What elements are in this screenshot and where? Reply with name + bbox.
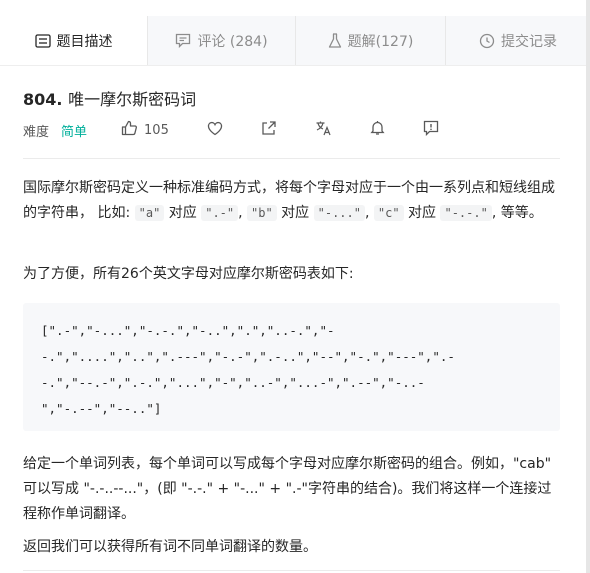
tab-comments[interactable]: 评论 (284) — [148, 16, 296, 65]
share-icon[interactable] — [261, 120, 277, 140]
description-paragraph-1: 国际摩尔斯密码定义一种标准编码方式，将每个字母对应于一个由一系列点和短线组成的字… — [23, 180, 555, 221]
tab-label: 评论 (284) — [197, 33, 268, 50]
action-icons — [207, 120, 439, 140]
inline-code: "a" — [134, 205, 165, 221]
problem-title: 804. 唯一摩尔斯密码词 — [23, 86, 196, 110]
panel-divider[interactable] — [586, 0, 590, 573]
like-count: 105 — [144, 122, 169, 138]
problem-number: 804. — [23, 90, 63, 109]
tab-label: 题目描述 — [56, 33, 113, 50]
comment-icon — [175, 33, 191, 48]
description-paragraph-4: 返回我们可以获得所有词不同单词翻译的数量。 — [23, 539, 317, 555]
code-line: ","-.--","--.."] — [41, 401, 162, 416]
tab-bar: 题目描述 评论 (284) 题解(127) 提交记录 — [0, 16, 590, 66]
code-line: -.","--.-",".-.","...","-","..-","...-",… — [41, 375, 425, 390]
divider — [23, 158, 560, 159]
morse-code-block: [".-","-...","-.-.","-..",".","..-.","- … — [23, 303, 560, 431]
description-paragraph-2: 为了方便，所有26个英文字母对应摩尔斯密码表如下: — [23, 266, 354, 282]
code-line: [".-","-...","-.-.","-..",".","..-.","- — [41, 323, 335, 338]
problem-meta: 难度 简单 105 — [23, 120, 439, 140]
thumbs-up-icon — [121, 120, 138, 140]
clock-icon — [479, 33, 495, 49]
tab-label: 提交记录 — [501, 33, 557, 50]
inline-code: ".-" — [201, 205, 239, 221]
like-button[interactable]: 105 — [121, 120, 169, 140]
divider — [23, 570, 560, 571]
tab-description[interactable]: 题目描述 — [0, 16, 148, 65]
description-paragraph-3: 给定一个单词列表，每个单词可以写成每个字母对应摩尔斯密码的组合。例如，"cab"… — [23, 456, 552, 522]
flask-icon — [328, 32, 342, 49]
translate-icon[interactable] — [315, 120, 332, 140]
inline-code: "c" — [373, 205, 404, 221]
tab-solutions[interactable]: 题解(127) — [296, 16, 446, 65]
heart-icon[interactable] — [207, 121, 223, 140]
code-line: -.","....","..",".---","-.-",".-..","--"… — [41, 349, 455, 364]
problem-name: 唯一摩尔斯密码词 — [68, 90, 197, 109]
feedback-icon[interactable] — [423, 120, 439, 140]
tab-label: 题解(127) — [347, 33, 414, 50]
tab-submissions[interactable]: 提交记录 — [446, 16, 590, 65]
difficulty-label: 难度 — [23, 124, 50, 140]
difficulty-badge: 简单 — [61, 124, 88, 140]
description-icon — [34, 33, 51, 48]
inline-code: "b" — [247, 205, 277, 221]
inline-code: "-.-." — [440, 205, 492, 221]
bell-icon[interactable] — [370, 120, 385, 140]
inline-code: "-..." — [313, 205, 365, 221]
